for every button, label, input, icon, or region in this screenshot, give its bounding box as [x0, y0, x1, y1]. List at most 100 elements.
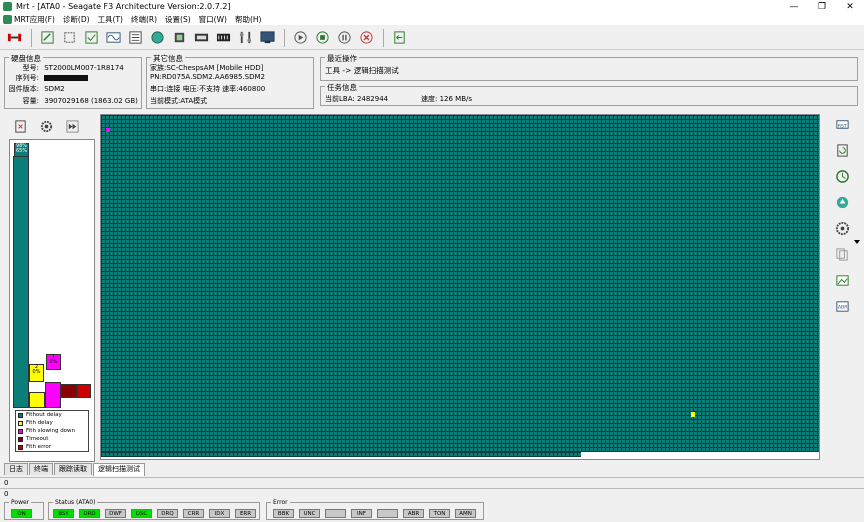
target-button[interactable] [832, 218, 852, 238]
select-icon [63, 32, 75, 43]
wrench-icon [239, 31, 251, 44]
scanned-blocks-last-row [101, 452, 581, 457]
menu-settings[interactable]: 设置(S) [165, 14, 191, 25]
image-icon [835, 274, 849, 286]
right-toolbar: RST ABR [832, 114, 860, 322]
other-info-panel: 其它信息 家族:SC-ChespsAM [Mobile HDD] PN:RD07… [146, 53, 314, 109]
export-button[interactable] [10, 116, 30, 136]
serial-label: 序列号: [15, 74, 39, 82]
image-button[interactable] [832, 270, 852, 290]
legend-item: Timeout [16, 435, 88, 443]
svg-text:ABR: ABR [837, 304, 847, 310]
log-row-1: 0 [0, 477, 864, 487]
log-row-2: 0 [0, 488, 864, 498]
menu-diagnose[interactable]: 诊断(D) [63, 14, 90, 25]
menu-mrt[interactable]: MRT应用(F) [14, 14, 55, 25]
cancel-icon [359, 31, 373, 44]
app-icon [3, 2, 12, 11]
memory-icon [216, 33, 230, 42]
minimize-button[interactable]: — [780, 0, 808, 13]
histogram-toolbar [10, 116, 88, 136]
tool-button-5[interactable] [125, 28, 145, 48]
tool-button-9[interactable] [213, 28, 233, 48]
scan-speed: 速度: 126 MB/s [421, 95, 473, 103]
close-button[interactable]: ✕ [836, 0, 864, 13]
tool-button-7[interactable] [169, 28, 189, 48]
main-toolbar [0, 26, 864, 50]
bar-error [77, 384, 91, 398]
legend-label: Fith delay [26, 420, 53, 426]
tab-terminal[interactable]: 终端 [29, 463, 53, 475]
legend-label: Fithout delay [26, 412, 62, 418]
disk-connect-button[interactable] [4, 28, 24, 48]
bar-label-fitout: 98% 65% [14, 143, 29, 157]
menu-terminal[interactable]: 终端(R) [131, 14, 157, 25]
reset-button[interactable]: RST [832, 114, 852, 134]
tool-button-3[interactable] [81, 28, 101, 48]
copy-button[interactable] [832, 244, 852, 264]
recent-op-panel: 最近操作 工具 -> 逻辑扫描测试 [320, 53, 858, 81]
legend-label: Fith error [26, 444, 51, 450]
bar-timeout [61, 384, 77, 398]
disk-connect-icon [7, 33, 21, 42]
dropdown-arrow-icon[interactable] [854, 240, 860, 244]
upload-button[interactable] [832, 192, 852, 212]
menu-help[interactable]: 帮助(H) [235, 14, 262, 25]
exit-button[interactable] [389, 28, 409, 48]
disk-info-panel: 硬盘信息 型号: ST2000LM007-1R8174 序列号: 固件版本: S… [4, 53, 142, 109]
tab-log[interactable]: 日志 [4, 463, 28, 475]
tool-button-10[interactable] [235, 28, 255, 48]
bar-label-slowing: 1 0% [46, 354, 61, 370]
tool-button-1[interactable] [37, 28, 57, 48]
serial-redacted [44, 75, 89, 81]
menu-tools[interactable]: 工具(T) [98, 14, 123, 25]
play-button[interactable] [290, 28, 310, 48]
menu-window[interactable]: 窗口(W) [199, 14, 227, 25]
cancel-button[interactable] [356, 28, 376, 48]
refresh-button[interactable] [832, 140, 852, 160]
tool-button-2[interactable] [59, 28, 79, 48]
abr-button[interactable]: ABR [832, 296, 852, 316]
play-icon [293, 31, 307, 44]
bar-fitout [13, 156, 29, 408]
led-ton: TON [429, 509, 450, 518]
settings-button[interactable] [36, 116, 56, 136]
tab-logical-scan[interactable]: 逻辑扫描测试 [93, 463, 145, 476]
cycle-button[interactable] [832, 166, 852, 186]
power-panel: Power ON [4, 499, 44, 520]
menu-bar: MRT应用(F) 诊断(D) 工具(T) 终端(R) 设置(S) 窗口(W) 帮… [0, 13, 864, 25]
wave-icon [105, 32, 121, 43]
tool-button-8[interactable] [191, 28, 211, 48]
error-panel: Error BBK UNC INF ABR TON AMN [266, 499, 484, 520]
tab-trace-read[interactable]: 跟踪读取 [54, 463, 92, 475]
tool-button-11[interactable] [257, 28, 277, 48]
toolbar-separator [284, 28, 285, 47]
legend-item: Fith error [16, 443, 88, 451]
histogram-legend: Fithout delay Fith delay Fith slowing do… [15, 410, 89, 452]
led-dwf: DWF [105, 509, 126, 518]
legend-item: Fithout delay [16, 411, 88, 419]
edit-icon [40, 31, 54, 44]
restore-button[interactable]: ❐ [808, 0, 836, 13]
copy-icon [835, 247, 848, 261]
pause-icon [337, 31, 351, 44]
stop-button[interactable] [312, 28, 332, 48]
chip-icon [174, 32, 184, 43]
tool-button-4[interactable] [103, 28, 123, 48]
delay-block-marker [691, 412, 695, 417]
slow-block-marker [106, 128, 110, 132]
firmware-value: SDM2 [44, 85, 65, 93]
gear-icon [40, 120, 52, 132]
title-bar: Mrt - [ATA0 - Seagate F3 Architecture Ve… [0, 0, 864, 13]
forward-button[interactable] [62, 116, 82, 136]
tool-button-6[interactable] [147, 28, 167, 48]
led-drd: DRD [79, 509, 100, 518]
window-title: Mrt - [ATA0 - Seagate F3 Architecture Ve… [16, 2, 231, 11]
toolbar-separator [383, 28, 384, 47]
recent-op-title: 最近操作 [325, 53, 359, 64]
pause-button[interactable] [334, 28, 354, 48]
globe-icon [150, 31, 164, 44]
rom-icon [194, 33, 208, 42]
led-unc: UNC [299, 509, 320, 518]
task-info-title: 任务信息 [325, 82, 359, 93]
